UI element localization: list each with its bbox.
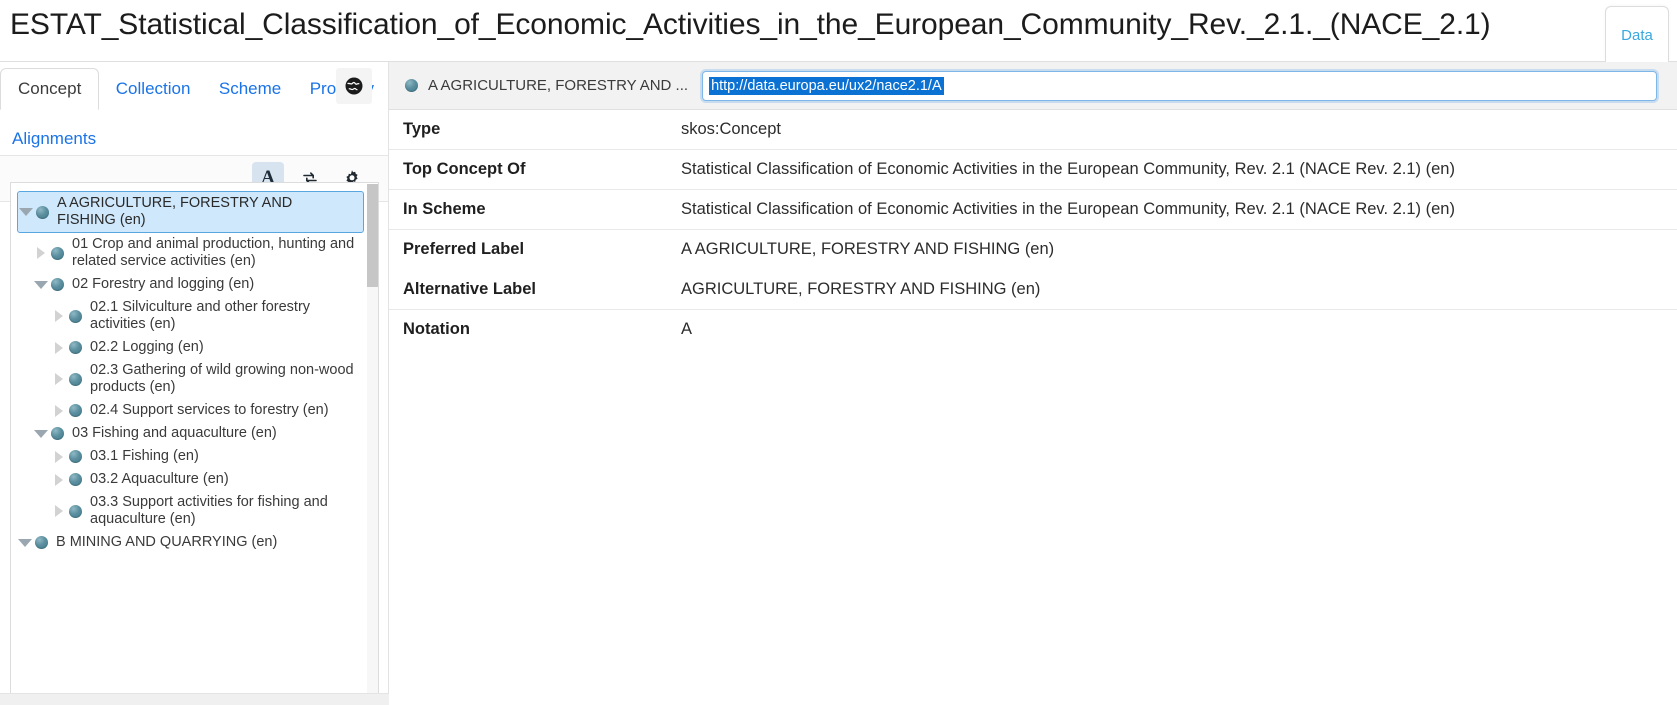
sidebar-item-scheme[interactable]: Scheme bbox=[207, 68, 293, 109]
chevron-right-icon[interactable] bbox=[51, 403, 67, 419]
tree-item[interactable]: 03.1 Fishing (en) bbox=[51, 445, 364, 468]
property-key: Notation bbox=[403, 320, 470, 338]
property-row: Notation A bbox=[389, 310, 1677, 350]
concept-bullet-icon bbox=[69, 450, 82, 463]
tree-scrollbar-thumb[interactable] bbox=[367, 184, 378, 287]
property-row: Top Concept Of Statistical Classification… bbox=[389, 150, 1677, 190]
chevron-right-icon[interactable] bbox=[51, 503, 67, 519]
chevron-right-icon[interactable] bbox=[51, 472, 67, 488]
globe-icon[interactable] bbox=[336, 68, 372, 104]
tree-item-label: A AGRICULTURE, FORESTRY AND FISHING (en) bbox=[57, 195, 293, 228]
chevron-right-icon[interactable] bbox=[51, 449, 67, 465]
left-panel-tabbar: Concept Collection Scheme Property Align… bbox=[0, 62, 388, 156]
uri-input-value: http://data.europa.eu/ux2/nace2.1/A bbox=[709, 76, 944, 95]
tree-horizontal-scrollbar[interactable] bbox=[0, 693, 389, 705]
chevron-right-icon[interactable] bbox=[33, 245, 49, 261]
tree-item-label: 03.1 Fishing (en) bbox=[90, 448, 199, 464]
uri-input[interactable]: http://data.europa.eu/ux2/nace2.1/A bbox=[702, 70, 1657, 101]
property-row: In Scheme Statistical Classification of E… bbox=[389, 190, 1677, 230]
tab-data-label: Data bbox=[1621, 27, 1653, 44]
concept-bullet-icon bbox=[405, 79, 418, 92]
tree-item[interactable]: 03.2 Aquaculture (en) bbox=[51, 468, 364, 491]
property-value: Statistical Classification of Economic A… bbox=[681, 160, 1455, 178]
concept-tree-list: A AGRICULTURE, FORESTRY AND FISHING (en)… bbox=[11, 183, 378, 554]
concept-bullet-icon bbox=[69, 341, 82, 354]
tree-item-label: 03.2 Aquaculture (en) bbox=[90, 471, 229, 487]
concept-bullet-icon bbox=[69, 504, 82, 518]
tree-item[interactable]: 02.3 Gathering of wild growing non-wood … bbox=[51, 359, 364, 399]
chevron-right-icon[interactable] bbox=[51, 340, 67, 356]
property-value: A bbox=[681, 320, 693, 338]
concept-bullet-icon bbox=[35, 536, 48, 549]
tree-item-label: 02.3 Gathering of wild growing non-wood … bbox=[90, 362, 354, 395]
chevron-right-icon[interactable] bbox=[51, 371, 67, 387]
property-key: Top Concept Of bbox=[403, 160, 526, 178]
sidebar-item-alignments[interactable]: Alignments bbox=[0, 118, 108, 159]
property-row: Alternative Label AGRICULTURE, FORESTRY A… bbox=[389, 270, 1677, 310]
property-value: skos:Concept bbox=[681, 120, 781, 138]
tree-item-label: 02.4 Support services to forestry (en) bbox=[90, 402, 329, 418]
tree-item-label: 03.3 Support activities for fishing and … bbox=[90, 494, 328, 527]
concept-bullet-icon bbox=[36, 205, 49, 219]
left-panel: Concept Collection Scheme Property Align… bbox=[0, 62, 389, 705]
tab-data[interactable]: Data bbox=[1605, 6, 1669, 62]
chevron-down-icon[interactable] bbox=[17, 535, 33, 551]
window-titlebar: ESTAT_Statistical_Classification_of_Econ… bbox=[0, 0, 1677, 62]
concept-tree-scroll: A AGRICULTURE, FORESTRY AND FISHING (en)… bbox=[11, 183, 378, 703]
tree-item[interactable]: A AGRICULTURE, FORESTRY AND FISHING (en) bbox=[17, 191, 364, 233]
tree-item-label: 02 Forestry and logging (en) bbox=[72, 276, 255, 292]
property-key: Preferred Label bbox=[403, 240, 525, 258]
property-row: Preferred Label A AGRICULTURE, FORESTRY A… bbox=[389, 230, 1677, 270]
page-title: ESTAT_Statistical_Classification_of_Econ… bbox=[10, 8, 1491, 41]
sidebar-item-collection[interactable]: Collection bbox=[104, 68, 203, 109]
chevron-down-icon[interactable] bbox=[33, 426, 49, 442]
chevron-right-icon[interactable] bbox=[51, 308, 67, 324]
concept-properties-table: Type skos:Concept Top Concept Of Statistica… bbox=[389, 110, 1677, 350]
tree-item-label: B MINING AND QUARRYING (en) bbox=[56, 534, 278, 550]
tab-row-primary: Concept Collection Scheme Property bbox=[0, 68, 386, 110]
tree-item[interactable]: 03 Fishing and aquaculture (en) bbox=[33, 422, 364, 445]
tree-item[interactable]: B MINING AND QUARRYING (en) bbox=[17, 531, 364, 554]
concept-bullet-icon bbox=[69, 309, 82, 323]
concept-bullet-icon bbox=[69, 372, 82, 386]
tree-item[interactable]: 02.1 Silviculture and other forestry act… bbox=[51, 296, 364, 336]
tree-item-label: 03 Fishing and aquaculture (en) bbox=[72, 425, 277, 441]
property-key: In Scheme bbox=[403, 200, 486, 218]
property-key: Type bbox=[403, 120, 441, 138]
tree-item-label: 02.2 Logging (en) bbox=[90, 339, 204, 355]
tree-item[interactable]: 01 Crop and animal production, hunting a… bbox=[33, 233, 364, 273]
main-content: Concept Collection Scheme Property Align… bbox=[0, 62, 1677, 705]
concept-bullet-icon bbox=[51, 278, 64, 291]
chevron-down-icon[interactable] bbox=[18, 204, 34, 220]
tree-item[interactable]: 02.4 Support services to forestry (en) bbox=[51, 399, 364, 422]
concept-tree: A AGRICULTURE, FORESTRY AND FISHING (en)… bbox=[10, 182, 379, 704]
tree-item[interactable]: 02 Forestry and logging (en) bbox=[33, 273, 364, 296]
tree-item[interactable]: 03.3 Support activities for fishing and … bbox=[51, 491, 364, 531]
concept-bullet-icon bbox=[69, 473, 82, 486]
sidebar-item-concept[interactable]: Concept bbox=[0, 68, 100, 110]
property-row: Type skos:Concept bbox=[389, 110, 1677, 150]
concept-bullet-icon bbox=[51, 246, 64, 260]
chevron-down-icon[interactable] bbox=[33, 277, 49, 293]
concept-bullet-icon bbox=[69, 404, 82, 417]
tree-item-label: 01 Crop and animal production, hunting a… bbox=[72, 236, 355, 269]
tree-vertical-scrollbar[interactable] bbox=[367, 184, 378, 703]
property-value: Statistical Classification of Economic A… bbox=[681, 200, 1455, 218]
property-value: A AGRICULTURE, FORESTRY AND FISHING (en) bbox=[681, 240, 1055, 258]
tree-item[interactable]: 02.2 Logging (en) bbox=[51, 336, 364, 359]
concept-name-label: A AGRICULTURE, FORESTRY AND ... bbox=[428, 77, 689, 94]
tree-item-label: 02.1 Silviculture and other forestry act… bbox=[90, 299, 311, 332]
tab-row-secondary: Alignments bbox=[0, 118, 108, 159]
property-key: Alternative Label bbox=[403, 280, 536, 298]
concept-bullet-icon bbox=[51, 427, 64, 440]
property-value: AGRICULTURE, FORESTRY AND FISHING (en) bbox=[681, 280, 1041, 298]
concept-uri-bar: A AGRICULTURE, FORESTRY AND ... http://d… bbox=[389, 62, 1677, 110]
right-panel: A AGRICULTURE, FORESTRY AND ... http://d… bbox=[389, 62, 1677, 705]
